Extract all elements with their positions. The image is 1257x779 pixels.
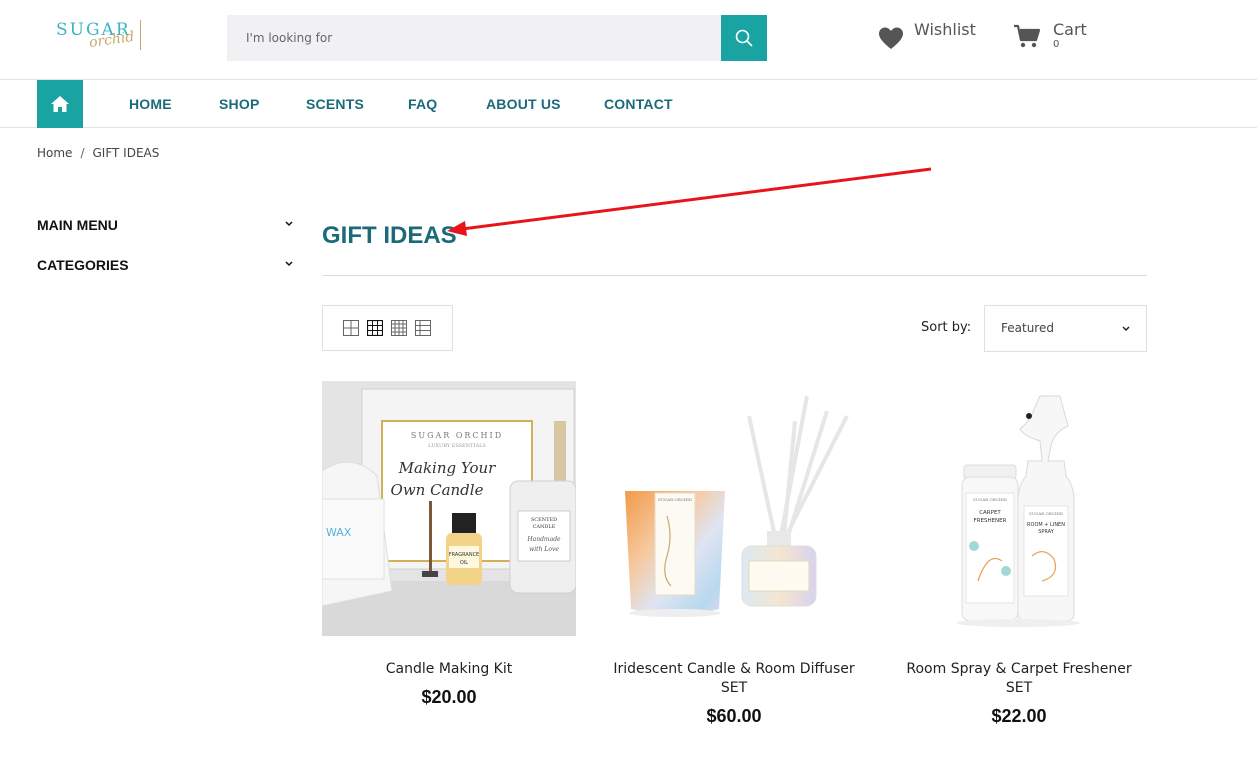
nav-about-us[interactable]: ABOUT US [486,96,561,112]
product-name[interactable]: Candle Making Kit [322,660,576,679]
cart-icon [1014,24,1041,48]
product-card: SUGAR ORCHID LUXURY ESSENTIALS Making Yo… [322,381,576,708]
breadcrumb-home[interactable]: Home [37,146,72,160]
product-image-iridescent-set[interactable]: SUGAR ORCHID [607,381,861,636]
nav-faq[interactable]: FAQ [408,96,437,112]
kit-box-brand: SUGAR ORCHID [411,431,503,440]
breadcrumb: Home / GIFT IDEAS [37,146,159,160]
product-image-candle-making-kit[interactable]: SUGAR ORCHID LUXURY ESSENTIALS Making Yo… [322,381,576,636]
sidebar-item-categories[interactable]: CATEGORIES [37,257,293,277]
spray-label-2: SPRAY [1038,529,1054,535]
spray-label-1: ROOM + LINEN [1027,522,1065,528]
search-button[interactable] [721,15,767,61]
product-card: SUGAR ORCHID ROOM + LINEN SPRAY SUGAR OR… [892,381,1146,727]
product-image-spray-set[interactable]: SUGAR ORCHID ROOM + LINEN SPRAY SUGAR OR… [892,381,1146,636]
grid-2-icon[interactable] [343,320,359,336]
home-icon [51,96,69,112]
title-divider [322,275,1147,276]
product-price: $20.00 [421,687,477,707]
wishlist-label: Wishlist [914,20,976,39]
cart-label: Cart [1053,20,1087,39]
view-mode-switcher [322,305,453,351]
breadcrumb-separator: / [80,146,85,160]
nav-shop[interactable]: SHOP [219,96,259,112]
breadcrumb-current: GIFT IDEAS [92,146,160,160]
carpet-label-1: CARPET [979,510,1001,516]
sort-select[interactable]: Featured [984,305,1147,352]
product-price: $60.00 [706,706,762,726]
sort-label: Sort by: [921,320,972,335]
kit-jar-label-3: Handmade [526,536,561,543]
grid-4-icon[interactable] [391,320,407,336]
kit-wax-label: WAX [326,526,352,539]
site-header: SUGAR orchid Wishlist Cart 0 [0,0,1257,80]
chevron-down-icon [1122,326,1130,332]
search-icon [735,29,753,47]
nav-scents[interactable]: SCENTS [306,96,364,112]
search-bar [227,15,767,61]
product-name[interactable]: Room Spray & Carpet Freshener SET [892,660,1146,698]
list-view-icon[interactable] [415,320,431,336]
sidebar-item-main-menu[interactable]: MAIN MENU [37,217,293,237]
candle-brand: SUGAR ORCHID [658,497,692,502]
chevron-down-icon [285,261,293,267]
spray-brand: SUGAR ORCHID [1029,511,1063,516]
cart-count: 0 [1053,39,1060,50]
sidebar-item-label: MAIN MENU [37,217,118,233]
site-logo[interactable]: SUGAR orchid [56,16,148,56]
product-card: SUGAR ORCHID Iridescent Candle & Room Di… [607,381,861,727]
product-name[interactable]: Iridescent Candle & Room Diffuser SET [607,660,861,698]
kit-oil-label-2: OIL [460,560,468,566]
chevron-down-icon [285,221,293,227]
nav-home[interactable]: HOME [129,96,172,112]
heart-icon [879,27,903,49]
wishlist-link[interactable]: Wishlist [878,20,976,52]
logo-divider [140,20,141,50]
carpet-label-2: FRESHENER [974,518,1007,524]
search-input[interactable] [227,15,721,61]
nav-contact[interactable]: CONTACT [604,96,673,112]
cart-link[interactable]: Cart 0 [1013,20,1087,56]
carpet-brand: SUGAR ORCHID [973,497,1007,502]
kit-jar-label-1: SCENTED [531,517,557,523]
page-title: GIFT IDEAS [322,222,457,249]
main-nav: HOME SHOP SCENTS FAQ ABOUT US CONTACT [0,80,1257,128]
kit-oil-label-1: FRAGRANCE [449,552,479,558]
sort-value: Featured [1001,321,1054,335]
kit-box-title-1: Making Your [398,459,497,477]
product-price: $22.00 [991,706,1047,726]
sidebar-item-label: CATEGORIES [37,257,129,273]
grid-3-icon[interactable] [367,320,383,336]
kit-jar-label-4: with Love [529,546,559,553]
cart-text: Cart 0 [1053,20,1087,50]
kit-box-title-2: Own Candle [391,481,484,499]
home-button[interactable] [37,80,83,128]
kit-jar-label-2: CANDLE [533,524,556,530]
kit-box-subtitle: LUXURY ESSENTIALS [428,443,486,449]
